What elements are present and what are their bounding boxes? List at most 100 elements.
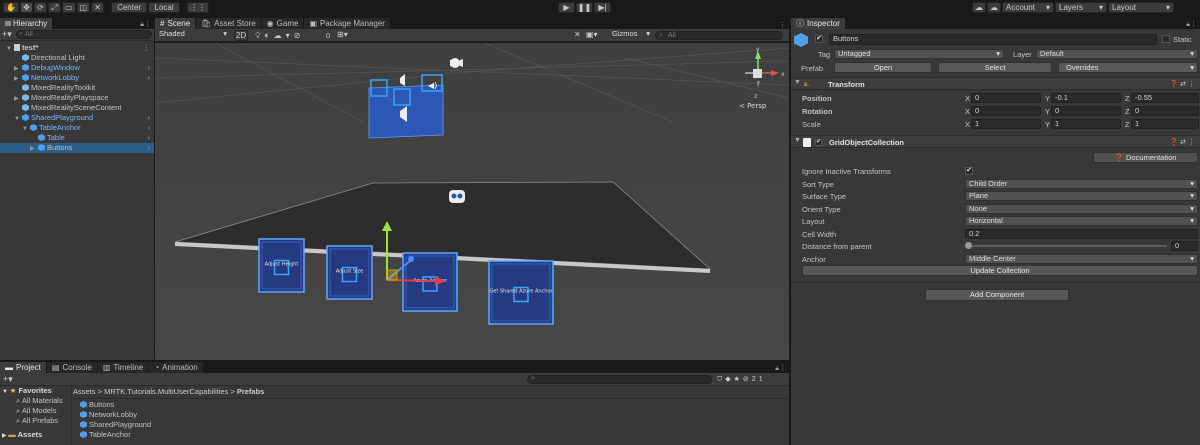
hierarchy-item[interactable]: Directional Light	[0, 53, 154, 63]
step-icon[interactable]: ▶|	[594, 2, 611, 13]
favorite-item[interactable]: ⌕ All Materials	[0, 396, 71, 406]
gizmos-dropdown[interactable]: Gizmos ▾	[609, 30, 651, 40]
axis-label-y[interactable]: Y	[1045, 94, 1050, 103]
star-icon[interactable]: ★	[734, 376, 743, 383]
pivot-local-toggle[interactable]: Local	[148, 2, 181, 13]
transform-header[interactable]: ▼ ⟀ Transform ❓ ⇄ ⋮	[791, 77, 1200, 90]
scene-toggles[interactable]: 💡︎🔈︎☁▾⊘	[255, 31, 304, 41]
scene-menu-icon[interactable]: ⋮	[779, 21, 789, 29]
assets-root[interactable]: ▶ ▬ Assets	[0, 430, 71, 440]
grid-dropdown[interactable]: Middle Center ▾	[965, 253, 1198, 264]
custom-tool-icon[interactable]: ✕	[91, 2, 105, 13]
scene-search-input[interactable]: ⌕ All	[655, 31, 783, 40]
transform-tool-icon[interactable]: ◫	[76, 2, 91, 13]
project-search-input[interactable]: ⌕	[527, 375, 712, 384]
transform-z-field[interactable]: -0.55	[1131, 93, 1199, 103]
add-object-button[interactable]: +▾	[2, 29, 16, 40]
distance-slider[interactable]: 0	[965, 241, 1198, 251]
layers-dropdown[interactable]: Layers ▾	[1055, 2, 1107, 13]
grid-dropdown[interactable]: Plane ▾	[965, 191, 1198, 201]
add-component-button[interactable]: Add Component	[925, 289, 1069, 301]
tab-console[interactable]: ▤ Console	[46, 362, 98, 373]
hierarchy-item[interactable]: ▶ Buttons ›	[0, 143, 154, 153]
effects-icon[interactable]: ☁▾	[274, 31, 294, 40]
filter-label-icon[interactable]: ◆	[725, 376, 733, 383]
prefab-open-arrow-icon[interactable]: ›	[148, 113, 151, 123]
audio-icon[interactable]: 🔈︎	[265, 31, 274, 40]
static-checkbox[interactable]	[1162, 35, 1170, 43]
prefab-select-button[interactable]: Select	[938, 62, 1052, 73]
tab-project[interactable]: ▬ Project	[0, 362, 47, 373]
shading-dropdown[interactable]: Shaded ▾	[156, 30, 230, 40]
transform-x-field[interactable]: 1	[971, 119, 1041, 129]
axis-label-z[interactable]: Z	[1125, 120, 1130, 129]
move-tool-icon[interactable]: ✥	[19, 2, 33, 13]
prefab-open-arrow-icon[interactable]: ›	[148, 143, 151, 153]
prefab-open-arrow-icon[interactable]: ›	[148, 133, 151, 143]
transform-y-field[interactable]: 1	[1051, 119, 1121, 129]
cloud-icon[interactable]: ☁	[987, 2, 1001, 13]
tab-timeline[interactable]: ▥ Timeline	[97, 362, 150, 373]
prefab-open-arrow-icon[interactable]: ›	[148, 73, 151, 83]
breadcrumb-item[interactable]: MRTK.Tutorials.MultiUserCapabilities	[104, 387, 228, 396]
cell-width-field[interactable]: 0.2	[965, 228, 1198, 239]
grid-collection-header[interactable]: ▼ ✔ GridObjectCollection ❓ ⇄ ⋮	[791, 135, 1200, 148]
pivot-center-toggle[interactable]: Center	[111, 2, 148, 13]
filter-type-icon[interactable]: ⛉	[717, 376, 725, 383]
collab-icon[interactable]: ☁	[972, 2, 986, 13]
lighting-icon[interactable]: 💡︎	[255, 31, 265, 40]
asset-item[interactable]: TableAnchor	[80, 430, 151, 440]
project-filter-icons[interactable]: ⛉◆★⊘21	[717, 375, 766, 384]
breadcrumb-item[interactable]: Prefabs	[237, 387, 265, 396]
documentation-button[interactable]: ❓ Documentation	[1093, 152, 1198, 163]
component-menu-icons[interactable]: ❓ ⇄ ⋮	[1170, 80, 1195, 88]
component-enabled-checkbox[interactable]: ✔	[815, 139, 822, 146]
transform-y-field[interactable]: -0.1	[1051, 93, 1121, 103]
axis-label-x[interactable]: X	[965, 120, 970, 129]
perspective-label[interactable]: < Persp	[739, 102, 767, 110]
tab-package-manager[interactable]: ▣ Package Manager	[304, 18, 391, 29]
favorite-item[interactable]: ⌕ All Prefabs	[0, 416, 71, 426]
hierarchy-item[interactable]: ▼ SharedPlayground ›	[0, 113, 154, 123]
transform-y-field[interactable]: 0	[1051, 106, 1121, 116]
update-collection-button[interactable]: Update Collection	[802, 265, 1198, 276]
play-icon[interactable]: ▶	[558, 2, 575, 13]
rect-tool-icon[interactable]: ▭	[61, 2, 76, 13]
hierarchy-item[interactable]: ▶ MixedRealityPlayspace	[0, 93, 154, 103]
transform-x-field[interactable]: 0	[971, 106, 1041, 116]
component-menu-icons[interactable]: ❓ ⇄ ⋮	[1170, 138, 1195, 146]
grid-toggle-icon[interactable]: ⊞▾	[337, 30, 348, 39]
hierarchy-search-input[interactable]: ⌕ All	[16, 30, 152, 39]
tools-icon[interactable]: ✕	[574, 30, 581, 39]
project-lock-icon[interactable]: 🔒︎⋮	[775, 364, 789, 373]
hierarchy-item[interactable]: ▼ TableAnchor ›	[0, 123, 154, 133]
prefab-open-arrow-icon[interactable]: ›	[148, 63, 151, 73]
slider-track[interactable]	[967, 245, 1167, 247]
favorites-header[interactable]: ▼ ★ Favorites	[0, 386, 71, 396]
scene-menu-icon[interactable]: ⋮	[143, 43, 151, 53]
transform-z-field[interactable]: 1	[1131, 119, 1199, 129]
tab-scene[interactable]: # Scene	[155, 18, 197, 29]
scene-viewport[interactable]: ◀) y x z < Persp Adjust Height Adjust Siz…	[155, 43, 789, 360]
transform-z-field[interactable]: 0	[1131, 106, 1199, 116]
asset-item[interactable]: NetworkLobby	[80, 410, 151, 420]
hidden-assets-icon[interactable]: ⊘	[743, 376, 752, 383]
axis-label-z[interactable]: Z	[1125, 94, 1130, 103]
visibility-icon[interactable]: ⊘	[294, 31, 305, 40]
ignore-inactive-checkbox[interactable]: ✔	[965, 167, 973, 175]
hierarchy-item[interactable]: ▼ test* ⋮	[0, 43, 154, 53]
grid-snap-icon[interactable]: ⋮⋮	[187, 2, 210, 13]
tab-animation[interactable]: ◔ Animation	[149, 362, 204, 373]
tab-game[interactable]: ◉ Game	[261, 18, 305, 29]
button-card[interactable]: Adjust Height	[258, 238, 305, 293]
tab-inspector[interactable]: ⓘ Inspector	[791, 18, 846, 29]
camera-settings-icon[interactable]: ▣▾	[586, 30, 598, 39]
prefab-overrides-dropdown[interactable]: Overrides ▾	[1058, 62, 1198, 73]
favorite-item[interactable]: ⌕ All Models	[0, 406, 71, 416]
axis-label-z[interactable]: Z	[1125, 107, 1130, 116]
rotate-tool-icon[interactable]: ⟳	[33, 2, 47, 13]
foldout-arrow-icon[interactable]: ▼	[794, 79, 801, 86]
breadcrumb-item[interactable]: Assets	[73, 387, 96, 396]
expand-arrow-icon[interactable]: ▶	[30, 144, 38, 154]
hierarchy-item[interactable]: MixedRealitySceneContent	[0, 103, 154, 113]
